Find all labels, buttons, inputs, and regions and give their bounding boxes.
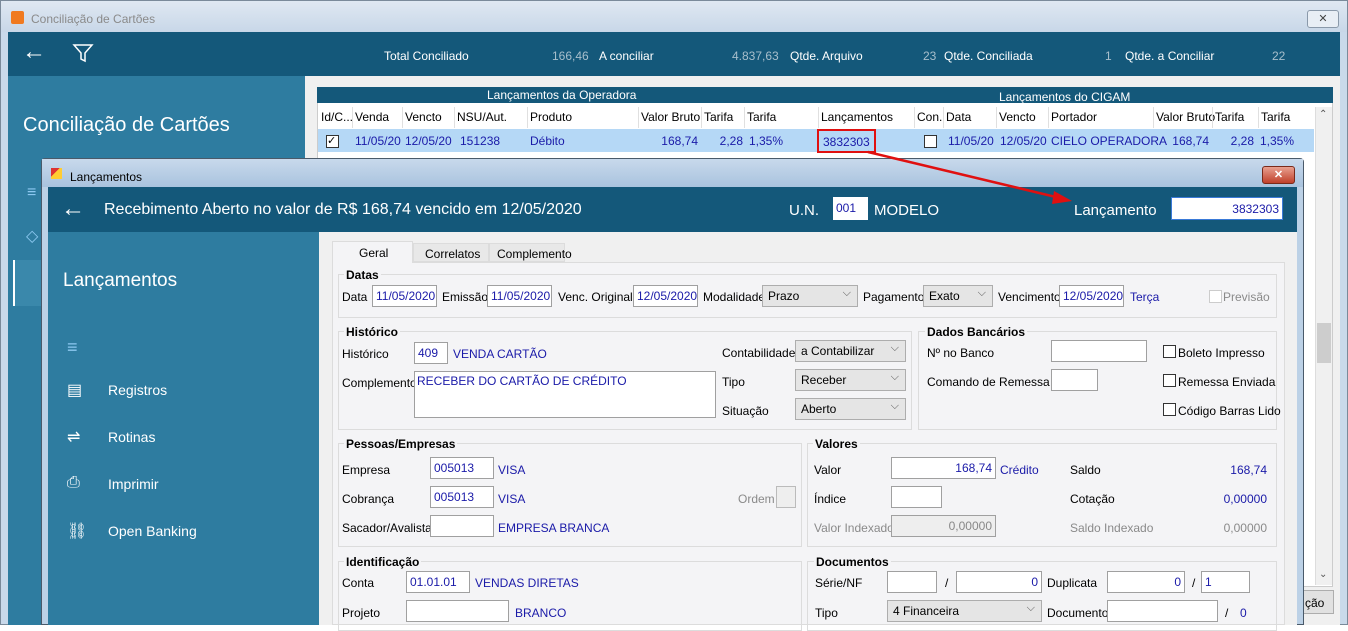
annotation-arrow xyxy=(867,150,1072,204)
